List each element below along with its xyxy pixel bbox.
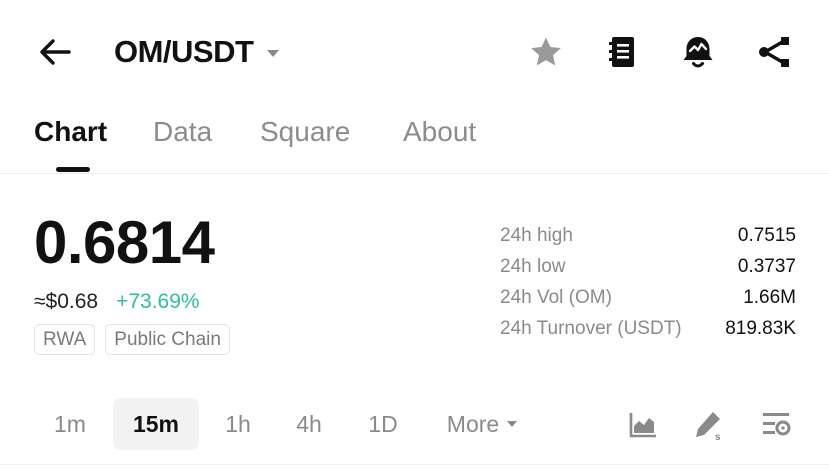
stat-value: 0.7515 — [737, 224, 796, 246]
stat-label: 24h high — [500, 224, 573, 246]
area-chart-icon[interactable] — [626, 408, 660, 442]
interval-label: 1h — [225, 410, 251, 437]
stat-row-high: 24h high 0.7515 — [500, 220, 796, 251]
svg-text:s: s — [715, 432, 721, 441]
tab-square[interactable]: Square — [260, 116, 350, 148]
tab-data[interactable]: Data — [153, 116, 212, 148]
interval-1h[interactable]: 1h — [212, 398, 264, 450]
active-tab-indicator — [56, 167, 90, 172]
top-bar: OM/USDT — [0, 0, 829, 100]
star-icon[interactable] — [526, 32, 566, 72]
share-icon[interactable] — [754, 32, 794, 72]
chart-settings-icon[interactable] — [760, 408, 794, 442]
stat-label: 24h low — [500, 255, 566, 277]
caret-down-icon — [507, 421, 518, 427]
last-price: 0.6814 — [34, 209, 215, 276]
interval-label: More — [446, 410, 500, 437]
interval-1m[interactable]: 1m — [42, 398, 98, 450]
tag-public-chain[interactable]: Public Chain — [105, 324, 230, 355]
usd-value: ≈$0.68 — [34, 290, 99, 313]
alarm-bell-icon[interactable] — [678, 32, 718, 72]
interval-15m[interactable]: 15m — [113, 398, 199, 450]
back-arrow-icon[interactable] — [36, 34, 74, 70]
stat-row-volume: 24h Vol (OM) 1.66M — [500, 282, 796, 313]
pair-selector[interactable]: OM/USDT — [114, 30, 280, 74]
pair-title: OM/USDT — [114, 34, 254, 69]
tag-rwa[interactable]: RWA — [34, 324, 96, 355]
stat-row-low: 24h low 0.3737 — [500, 251, 796, 282]
price-change-percent: +73.69% — [116, 290, 200, 313]
tab-about[interactable]: About — [403, 116, 476, 148]
stat-value: 0.3737 — [737, 255, 796, 277]
caret-down-icon — [267, 49, 280, 57]
interval-label: 4h — [296, 410, 322, 437]
stat-label: 24h Vol (OM) — [500, 286, 612, 308]
tab-bar: Chart Data Square About — [0, 100, 829, 174]
stat-label: 24h Turnover (USDT) — [500, 317, 682, 339]
interval-more[interactable]: More — [434, 398, 530, 450]
tab-chart[interactable]: Chart — [34, 116, 107, 148]
divider — [0, 464, 829, 465]
price-subline: ≈$0.68 +73.69% — [34, 290, 200, 314]
stat-value: 1.66M — [743, 286, 796, 308]
notebook-icon[interactable] — [602, 32, 642, 72]
interval-label: 1m — [54, 410, 86, 437]
stats-panel: 24h high 0.7515 24h low 0.3737 24h Vol (… — [500, 220, 796, 344]
interval-4h[interactable]: 4h — [283, 398, 335, 450]
interval-1d[interactable]: 1D — [354, 398, 412, 450]
tag-list: RWA Public Chain — [34, 324, 230, 355]
interval-label: 1D — [368, 410, 398, 437]
stat-value: 819.83K — [725, 317, 796, 339]
interval-label: 15m — [132, 410, 180, 437]
stat-row-turnover: 24h Turnover (USDT) 819.83K — [500, 313, 796, 344]
drawing-pen-icon[interactable]: s — [692, 408, 726, 442]
